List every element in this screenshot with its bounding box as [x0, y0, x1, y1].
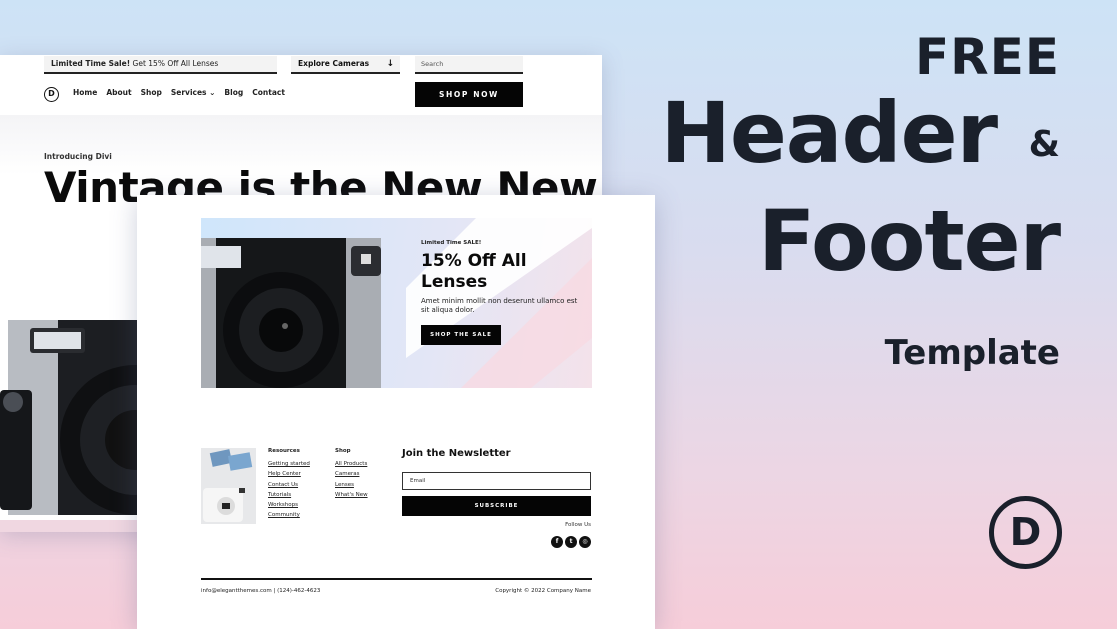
explore-label: Explore Cameras: [298, 59, 370, 68]
link-cameras[interactable]: Cameras: [335, 469, 368, 479]
nav-home[interactable]: Home: [73, 88, 97, 97]
hero-camera-image: [0, 320, 140, 515]
twitter-icon[interactable]: t: [565, 536, 577, 548]
promo-bold: Limited Time Sale!: [51, 59, 131, 68]
resources-column: Resources Getting started Help Center Co…: [268, 448, 310, 521]
link-contact-us[interactable]: Contact Us: [268, 480, 310, 490]
arrow-down-icon: ↓: [386, 59, 394, 69]
follow-us-label: Follow Us: [565, 522, 591, 528]
instagram-icon[interactable]: ◎: [579, 536, 591, 548]
explore-cameras-dropdown[interactable]: Explore Cameras ↓: [291, 56, 400, 74]
promo-text: Get 15% Off All Lenses: [130, 59, 219, 68]
footer-copyright: Copyright © 2022 Company Name: [495, 588, 591, 594]
banner-text: Amet minim mollit non deserunt ullamco e…: [421, 297, 578, 314]
divi-logo-icon[interactable]: D: [44, 87, 59, 102]
banner-camera-image: [201, 238, 381, 388]
link-all-products[interactable]: All Products: [335, 459, 368, 469]
hero-intro: Introducing Divi: [44, 152, 112, 161]
link-tutorials[interactable]: Tutorials: [268, 490, 310, 500]
banner-eyebrow: Limited Time SALE!: [421, 240, 482, 246]
divi-brand-logo-icon: D: [989, 496, 1062, 569]
link-getting-started[interactable]: Getting started: [268, 459, 310, 469]
nav-services[interactable]: Services ⌄: [171, 88, 216, 97]
footer-divider: [201, 578, 592, 580]
sale-banner: Limited Time SALE! 15% Off All Lenses Am…: [201, 218, 592, 388]
nav-shop[interactable]: Shop: [141, 88, 162, 97]
link-whats-new[interactable]: What's New: [335, 490, 368, 500]
link-lenses[interactable]: Lenses: [335, 480, 368, 490]
social-links: f t ◎: [551, 536, 591, 548]
resources-heading: Resources: [268, 448, 300, 454]
footer-preview-page: Limited Time SALE! 15% Off All Lenses Am…: [137, 195, 655, 629]
nav-about[interactable]: About: [106, 88, 131, 97]
headline-free: FREE: [915, 28, 1060, 86]
main-nav: Home About Shop Services ⌄ Blog Contact: [73, 88, 285, 97]
banner-title: 15% Off All Lenses: [421, 251, 527, 292]
headline-header: Header: [660, 84, 998, 182]
link-community[interactable]: Community: [268, 510, 310, 520]
footer-contact: info@elegantthemes.com | (124)-462-4623: [201, 588, 321, 594]
link-help-center[interactable]: Help Center: [268, 469, 310, 479]
link-workshops[interactable]: Workshops: [268, 500, 310, 510]
nav-blog[interactable]: Blog: [224, 88, 243, 97]
footer-camera-thumbnail: [201, 448, 256, 524]
promo-bar: Limited Time Sale! Get 15% Off All Lense…: [44, 56, 277, 74]
nav-contact[interactable]: Contact: [252, 88, 285, 97]
subscribe-button[interactable]: SUBSCRIBE: [402, 496, 591, 516]
headline-template: Template: [884, 333, 1060, 373]
newsletter-title: Join the Newsletter: [402, 448, 511, 459]
shop-now-button[interactable]: SHOP NOW: [415, 82, 523, 107]
search-input[interactable]: [415, 56, 523, 74]
shop-the-sale-button[interactable]: SHOP THE SALE: [421, 325, 501, 345]
email-field[interactable]: [402, 472, 591, 490]
hero-bottom-strip: [0, 520, 140, 532]
shop-heading: Shop: [335, 448, 351, 454]
shop-column: Shop All Products Cameras Lenses What's …: [335, 448, 368, 500]
facebook-icon[interactable]: f: [551, 536, 563, 548]
headline-footer: Footer: [758, 192, 1061, 290]
headline-ampersand: &: [1028, 124, 1060, 165]
